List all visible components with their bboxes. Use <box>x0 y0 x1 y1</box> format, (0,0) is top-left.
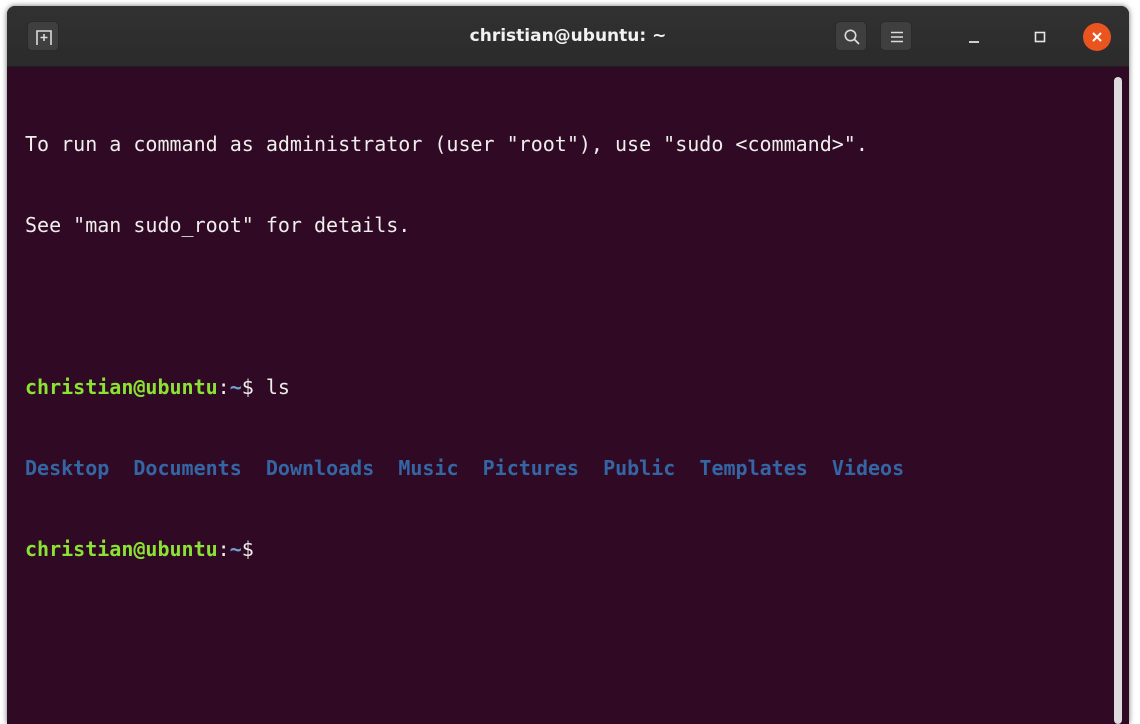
dir-downloads: Downloads <box>265 456 375 480</box>
dir-templates: Templates <box>699 456 808 480</box>
prompt-path: ~ <box>229 537 242 561</box>
dir-music: Music <box>398 456 459 480</box>
menu-button[interactable] <box>880 21 912 51</box>
dir-public: Public <box>603 456 676 480</box>
prompt-colon: : <box>217 537 230 561</box>
dir-documents: Documents <box>133 456 242 480</box>
typed-command: ls <box>265 375 290 399</box>
sudo-hint-line: To run a command as administrator (user … <box>25 132 868 156</box>
minimize-button[interactable] <box>963 26 985 48</box>
close-button[interactable] <box>1083 23 1111 51</box>
terminal-window: christian@ubuntu: ~ To run a command as … <box>7 6 1129 724</box>
terminal-area[interactable]: To run a command as administrator (user … <box>7 67 1129 724</box>
command-line-2[interactable]: christian@ubuntu:~$ <box>25 536 904 563</box>
new-tab-button[interactable] <box>27 21 59 51</box>
command-line-1: christian@ubuntu:~$ ls <box>25 374 904 401</box>
new-tab-icon <box>36 30 52 45</box>
maximize-button[interactable] <box>1029 26 1051 48</box>
search-button[interactable] <box>835 21 867 51</box>
minimize-icon <box>969 41 979 43</box>
dir-videos: Videos <box>831 456 905 480</box>
header-bar[interactable]: christian@ubuntu: ~ <box>7 6 1129 67</box>
scrollbar[interactable] <box>1113 77 1123 724</box>
scrollbar-thumb[interactable] <box>1114 77 1122 724</box>
prompt-symbol: $ <box>241 375 266 399</box>
search-icon <box>844 29 860 45</box>
maximize-icon <box>1034 31 1046 43</box>
prompt-user-host: christian@ubuntu <box>25 537 218 561</box>
prompt-path: ~ <box>229 375 242 399</box>
terminal-output: To run a command as administrator (user … <box>25 77 904 617</box>
hamburger-menu-icon <box>891 31 903 43</box>
sudo-details-line: See "man sudo_root" for details. <box>25 213 411 237</box>
ls-output-line: Desktop Documents Downloads Music Pictur… <box>25 455 904 482</box>
prompt-symbol: $ <box>241 537 254 561</box>
prompt-colon: : <box>217 375 230 399</box>
prompt-user-host: christian@ubuntu <box>25 375 218 399</box>
dir-pictures: Pictures <box>482 456 579 480</box>
close-icon <box>1092 32 1102 42</box>
window-title: christian@ubuntu: ~ <box>469 26 667 46</box>
dir-desktop: Desktop <box>25 456 110 480</box>
